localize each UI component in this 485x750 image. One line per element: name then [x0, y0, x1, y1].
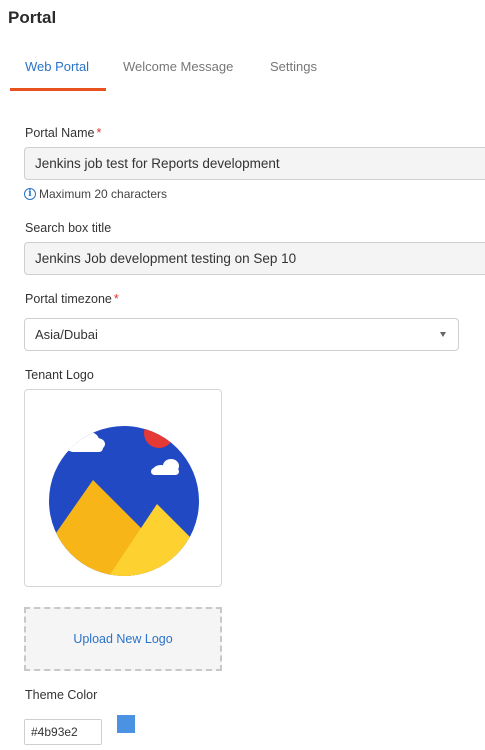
info-icon: i: [24, 188, 36, 200]
tab-welcome-message[interactable]: Welcome Message: [123, 59, 233, 74]
theme-color-swatch[interactable]: [117, 715, 135, 733]
tab-bar: Web Portal Welcome Message Settings: [0, 50, 485, 92]
portal-timezone-select[interactable]: Asia/Dubai: [24, 318, 459, 351]
portal-name-input[interactable]: [24, 147, 485, 180]
portal-timezone-label: Portal timezone *: [25, 292, 119, 306]
landscape-image-icon: [49, 426, 199, 576]
portal-name-label: Portal Name *: [25, 126, 101, 140]
portal-timezone-value: Asia/Dubai: [35, 327, 98, 342]
theme-color-input[interactable]: [24, 719, 102, 745]
portal-name-label-text: Portal Name: [25, 126, 95, 140]
theme-color-label: Theme Color: [25, 688, 98, 702]
portal-name-hint-text: Maximum 20 characters: [39, 187, 168, 201]
tenant-logo-label: Tenant Logo: [25, 368, 94, 382]
tab-web-portal[interactable]: Web Portal: [25, 59, 89, 74]
upload-new-logo-button[interactable]: Upload New Logo: [24, 607, 222, 671]
active-tab-indicator: [10, 88, 106, 91]
portal-timezone-label-text: Portal timezone: [25, 292, 112, 306]
search-box-title-label: Search box title: [25, 221, 112, 235]
search-box-title-input[interactable]: [24, 242, 485, 275]
tab-settings[interactable]: Settings: [270, 59, 317, 74]
chevron-down-icon: [440, 332, 446, 337]
required-marker: *: [113, 292, 119, 306]
page-title: Portal: [8, 8, 57, 27]
required-marker: *: [96, 126, 102, 140]
tenant-logo-preview: [24, 389, 222, 587]
portal-name-hint: i Maximum 20 characters: [24, 187, 167, 201]
